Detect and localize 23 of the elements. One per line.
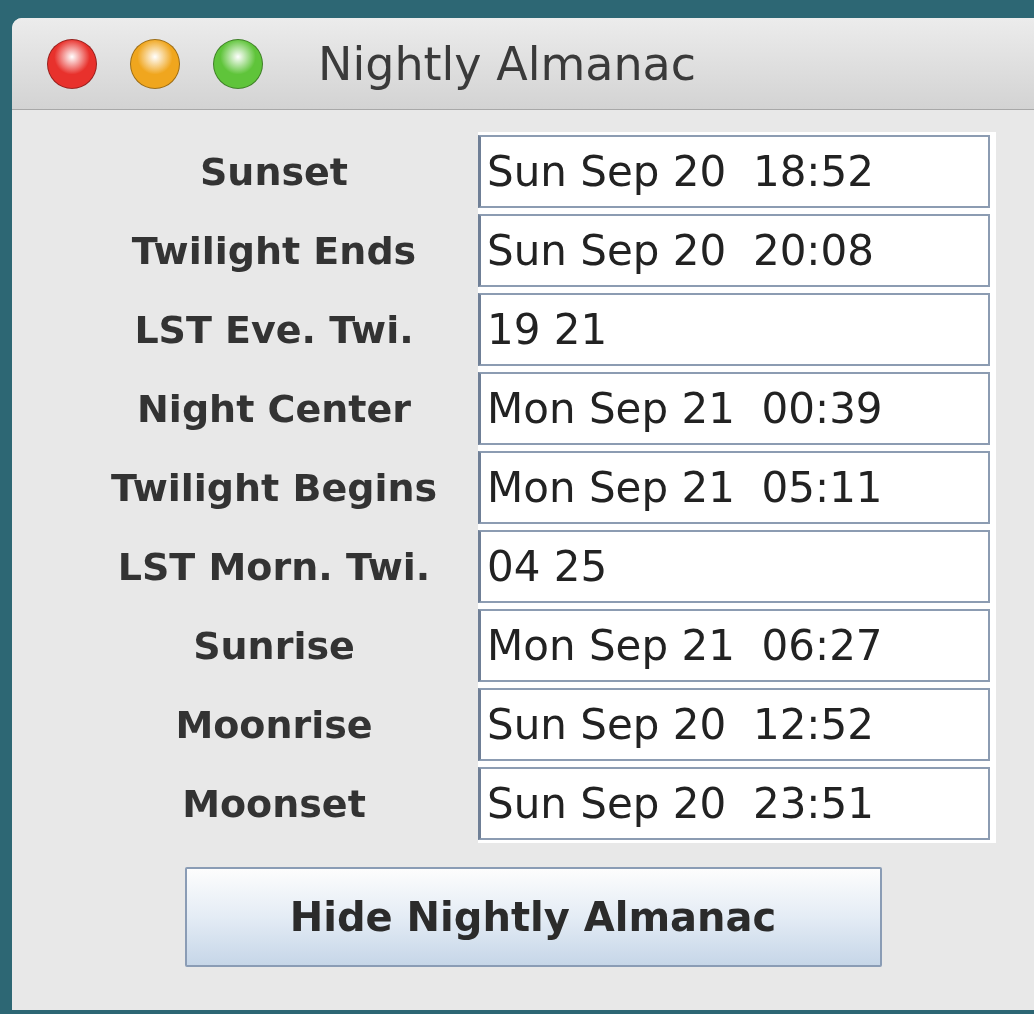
time-field[interactable]: Sun Sep 20 20:08 bbox=[478, 214, 990, 287]
field-label: Twilight Ends bbox=[130, 227, 418, 275]
time-field[interactable]: 04 25 bbox=[478, 530, 990, 603]
time-field[interactable]: Mon Sep 21 05:11 bbox=[478, 451, 990, 524]
time-field[interactable]: Sun Sep 20 18:52 bbox=[478, 135, 990, 208]
field-label: LST Morn. Twi. bbox=[116, 543, 432, 591]
time-field[interactable]: Mon Sep 21 00:39 bbox=[478, 372, 990, 445]
time-field[interactable]: Sun Sep 20 23:51 bbox=[478, 767, 990, 840]
window-title: Nightly Almanac bbox=[318, 36, 697, 91]
hide-almanac-button[interactable]: Hide Nightly Almanac bbox=[184, 867, 882, 967]
zoom-button[interactable] bbox=[213, 38, 263, 89]
close-button[interactable] bbox=[47, 38, 97, 89]
time-field[interactable]: 19 21 bbox=[478, 293, 990, 366]
field-label: LST Eve. Twi. bbox=[133, 306, 415, 354]
field-label: Moonset bbox=[181, 780, 367, 828]
field-label: Night Center bbox=[136, 385, 412, 433]
field-label: Sunrise bbox=[192, 622, 356, 670]
field-label: Moonrise bbox=[174, 701, 374, 749]
field-label: Sunset bbox=[199, 148, 349, 196]
time-field[interactable]: Sun Sep 20 12:52 bbox=[478, 688, 990, 761]
time-field[interactable]: Mon Sep 21 06:27 bbox=[478, 609, 990, 682]
minimize-button[interactable] bbox=[130, 38, 180, 89]
field-label: Twilight Begins bbox=[109, 464, 439, 512]
